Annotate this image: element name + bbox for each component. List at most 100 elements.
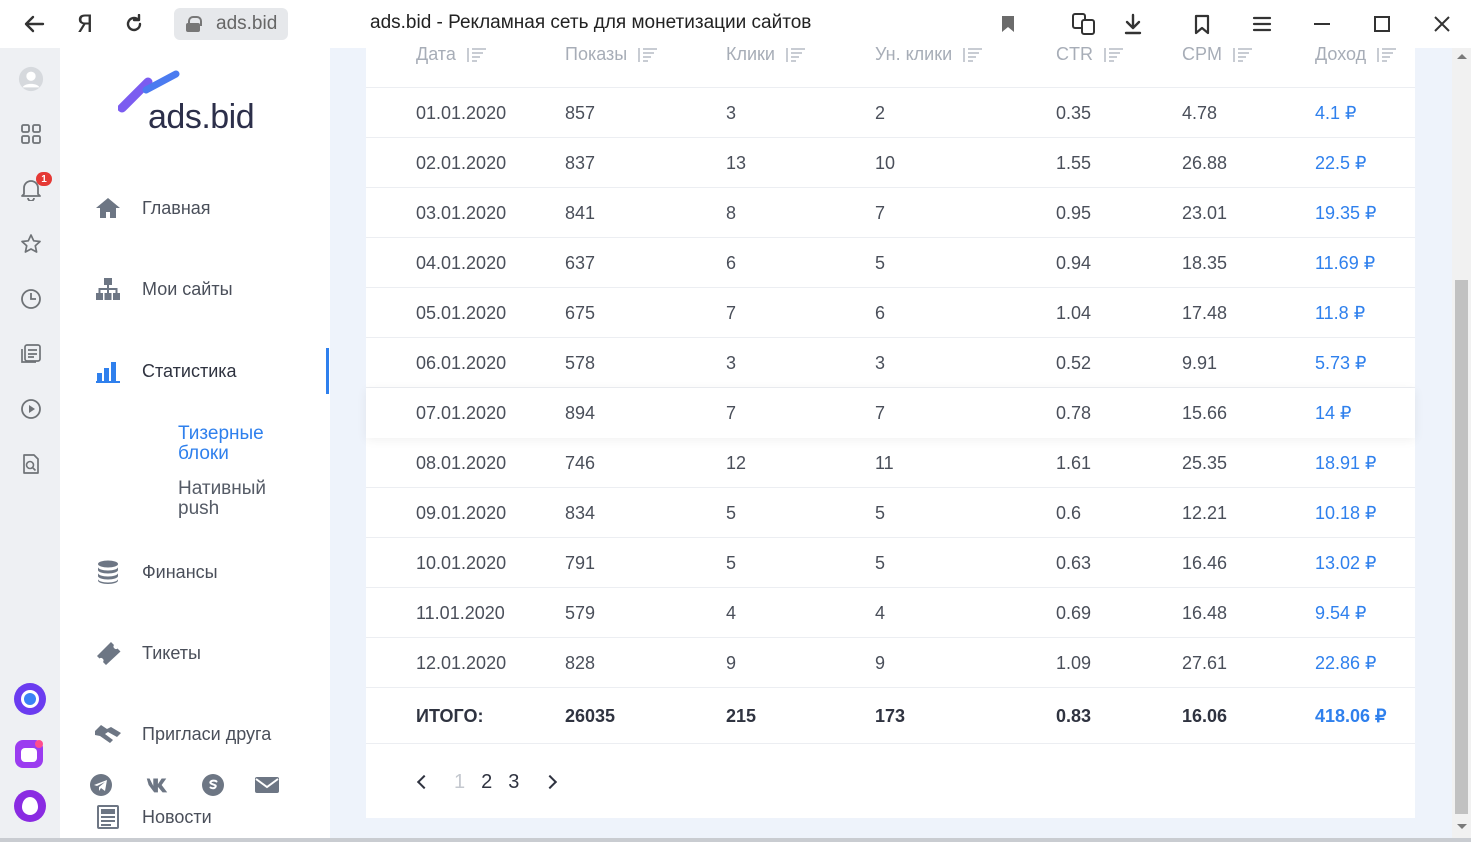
apps-grid-icon[interactable] <box>18 121 44 147</box>
collections-icon[interactable] <box>1186 8 1218 40</box>
reload-icon[interactable] <box>118 8 150 40</box>
nav-finance[interactable]: Финансы <box>94 557 218 587</box>
chevron-left-icon[interactable] <box>416 775 430 789</box>
history-clock-icon[interactable] <box>18 286 44 312</box>
cell-impressions: 828 <box>565 653 596 673</box>
cell-clicks: 7 <box>726 303 737 323</box>
nav-home[interactable]: Главная <box>94 193 211 223</box>
home-icon <box>94 194 122 222</box>
nav-my-sites[interactable]: Мои сайты <box>94 274 233 304</box>
cell-impressions: 675 <box>565 303 596 323</box>
page-link-1[interactable]: 1 <box>454 771 465 794</box>
cell-unique-clicks: 2 <box>875 103 886 123</box>
table-header: Дата Показы Клики Ун. клики CTR CPM Доход <box>366 44 1415 88</box>
col-header-ctr[interactable]: CTR <box>1056 44 1123 65</box>
col-header-label: CPM <box>1182 44 1222 64</box>
table-row: 05.01.2020 675 7 6 1.04 17.48 11.8 ₽ <box>366 288 1415 338</box>
back-icon[interactable] <box>18 8 50 40</box>
messenger-icon[interactable] <box>12 736 48 772</box>
vk-icon[interactable] <box>144 772 170 798</box>
total-impressions: 26035 <box>565 706 616 726</box>
cell-clicks: 5 <box>726 503 737 523</box>
menu-icon[interactable] <box>1246 8 1278 40</box>
main-content: Дата Показы Клики Ун. клики CTR CPM Доход 01.0… <box>330 44 1452 838</box>
page-scrollbar[interactable] <box>1452 48 1471 838</box>
skype-icon[interactable] <box>200 772 226 798</box>
brand-logo[interactable]: ads.bid <box>118 70 278 136</box>
profile-icon[interactable] <box>18 66 44 92</box>
subnav-native-push[interactable]: Нативный push <box>178 479 308 519</box>
minimize-icon[interactable] <box>1306 8 1338 40</box>
col-header-label: Дата <box>416 44 456 64</box>
cell-unique-clicks: 5 <box>875 553 886 573</box>
col-header-unique-clicks[interactable]: Ун. клики <box>875 44 983 65</box>
address-bar[interactable]: ads.bid <box>174 8 288 40</box>
sort-icon[interactable] <box>1103 47 1123 62</box>
favorites-star-icon[interactable] <box>18 231 44 257</box>
search-doc-icon[interactable] <box>18 451 44 477</box>
news-feed-icon[interactable] <box>18 341 44 367</box>
cell-revenue: 22.5 ₽ <box>1315 153 1367 173</box>
nav-tickets[interactable]: Тикеты <box>94 638 201 668</box>
cell-clicks: 3 <box>726 353 737 373</box>
cell-cpm: 16.46 <box>1182 553 1228 573</box>
telegram-icon[interactable] <box>88 772 114 798</box>
download-icon[interactable] <box>1117 8 1149 40</box>
table-row: 08.01.2020 746 12 11 1.61 25.35 18.91 ₽ <box>366 438 1415 488</box>
alice-voice-icon[interactable] <box>12 788 48 824</box>
cell-ctr: 1.09 <box>1056 653 1092 673</box>
logo-text: ads.bid <box>148 98 255 136</box>
col-header-clicks[interactable]: Клики <box>726 44 805 65</box>
notifications-bell-icon[interactable]: 1 <box>18 172 52 202</box>
cell-impressions: 578 <box>565 353 596 373</box>
close-icon[interactable] <box>1426 8 1458 40</box>
cell-date: 06.01.2020 <box>416 353 507 373</box>
nav-finance-label: Финансы <box>142 561 218 582</box>
sort-icon[interactable] <box>466 47 486 62</box>
cell-date: 04.01.2020 <box>416 253 507 273</box>
cell-impressions: 837 <box>565 153 596 173</box>
cell-clicks: 3 <box>726 103 737 123</box>
sort-icon[interactable] <box>637 47 658 62</box>
bookmark-icon[interactable] <box>992 8 1024 40</box>
cell-impressions: 746 <box>565 453 596 473</box>
cell-revenue: 22.86 ₽ <box>1315 653 1377 673</box>
alice-assistant-icon[interactable] <box>12 681 48 717</box>
scroll-thumb[interactable] <box>1455 280 1468 814</box>
col-header-revenue[interactable]: Доход <box>1315 44 1397 65</box>
sort-icon[interactable] <box>1232 47 1252 62</box>
translate-icon[interactable] <box>1068 8 1100 40</box>
maximize-icon[interactable] <box>1366 8 1398 40</box>
active-nav-indicator <box>326 348 329 394</box>
scroll-down-arrow-icon[interactable] <box>1457 824 1467 829</box>
cell-unique-clicks: 9 <box>875 653 886 673</box>
cell-unique-clicks: 10 <box>875 153 896 173</box>
sort-icon[interactable] <box>1376 47 1397 62</box>
nav-news[interactable]: Новости <box>94 802 212 832</box>
cell-clicks: 8 <box>726 203 737 223</box>
sort-icon[interactable] <box>962 47 983 62</box>
cell-ctr: 0.78 <box>1056 403 1092 423</box>
ticket-icon <box>94 639 122 667</box>
table-row: 02.01.2020 837 13 10 1.55 26.88 22.5 ₽ <box>366 138 1415 188</box>
email-envelope-icon[interactable] <box>254 772 280 798</box>
col-header-impressions[interactable]: Показы <box>565 44 658 65</box>
bar-chart-icon <box>94 357 122 385</box>
subnav-teaser-blocks[interactable]: Тизерные блоки <box>178 424 308 464</box>
nav-invite-friend[interactable]: Пригласи друга <box>94 719 271 749</box>
sort-icon[interactable] <box>785 47 805 62</box>
page-link-3[interactable]: 3 <box>508 771 519 794</box>
col-header-date[interactable]: Дата <box>416 44 486 65</box>
coins-stack-icon <box>94 558 122 586</box>
cell-impressions: 791 <box>565 553 596 573</box>
col-header-cpm[interactable]: CPM <box>1182 44 1252 65</box>
nav-statistics[interactable]: Статистика <box>94 356 237 386</box>
page-link-2[interactable]: 2 <box>481 771 492 794</box>
chevron-right-icon[interactable] <box>545 775 559 789</box>
cell-unique-clicks: 6 <box>875 303 886 323</box>
cell-date: 02.01.2020 <box>416 153 507 173</box>
video-play-icon[interactable] <box>18 396 44 422</box>
yandex-icon[interactable]: Я <box>69 8 101 40</box>
cell-cpm: 16.48 <box>1182 603 1228 623</box>
scroll-up-arrow-icon[interactable] <box>1457 54 1467 59</box>
